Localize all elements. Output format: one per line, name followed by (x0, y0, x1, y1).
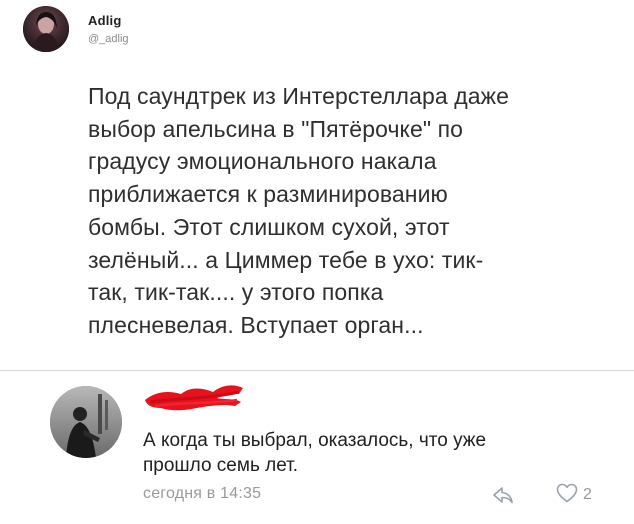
reply-arrow-icon[interactable] (492, 486, 514, 504)
tweet-author-name[interactable]: Adlig (88, 13, 122, 28)
avatar-photo (23, 6, 69, 52)
divider (0, 370, 634, 371)
avatar-photo (50, 386, 122, 458)
heart-outline-icon (556, 483, 578, 508)
tweet-author-avatar[interactable] (23, 6, 69, 52)
redacted-username-scribble (145, 385, 243, 411)
comment-timestamp[interactable]: сегодня в 14:35 (143, 485, 261, 503)
tweet-author-handle[interactable]: @_adlig (88, 33, 129, 45)
comment-text: А когда ты выбрал, оказалось, что уже пр… (143, 430, 487, 476)
tweet-text: Под саундтрек из Интерстеллара даже выбо… (88, 83, 510, 338)
like-button[interactable]: 2 (556, 483, 592, 508)
tweet-card: Adlig @_adlig Под саундтрек из Интерстел… (0, 0, 634, 368)
commenter-avatar[interactable] (50, 386, 122, 458)
like-count: 2 (583, 486, 592, 503)
